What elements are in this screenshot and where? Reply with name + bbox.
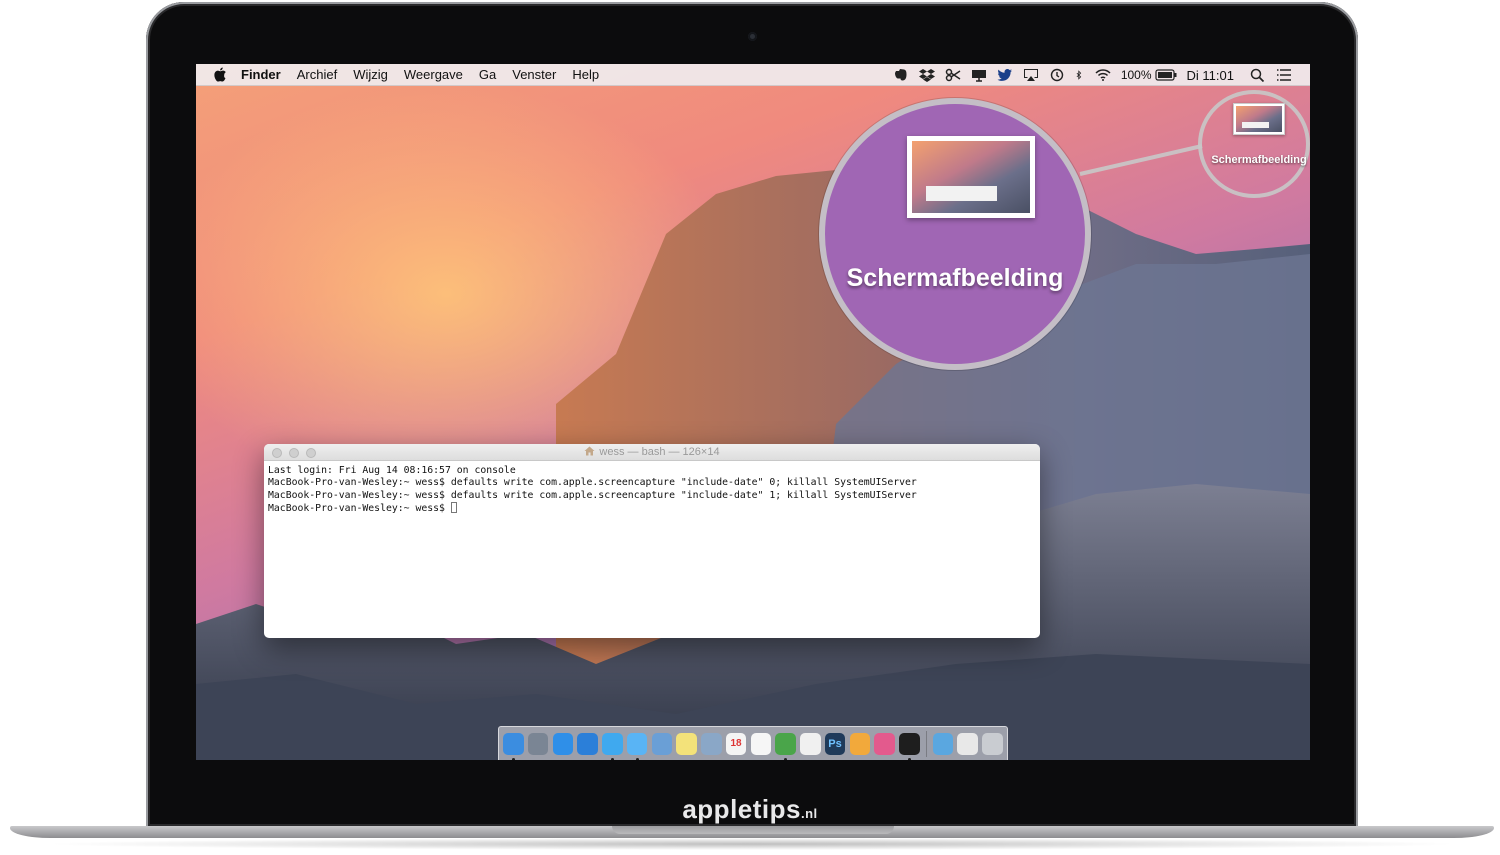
menu-archief[interactable]: Archief: [297, 67, 337, 82]
brand-tld: .nl: [800, 806, 818, 821]
status-area: 100% Di 11:01: [893, 64, 1310, 86]
terminal-title: wess — bash — 126×14: [264, 446, 1040, 458]
messages-icon[interactable]: [626, 732, 648, 760]
terminal-line: Last login: Fri Aug 14 08:16:57 on conso…: [268, 465, 516, 476]
desktop-file-thumbnail[interactable]: [1233, 103, 1285, 135]
camera: [748, 32, 757, 41]
clock[interactable]: Di 11:01: [1187, 68, 1234, 83]
itunes-icon[interactable]: [874, 732, 895, 755]
evernote-icon[interactable]: [775, 732, 796, 760]
twitter-icon[interactable]: [602, 732, 623, 760]
terminal-cursor: [450, 502, 457, 514]
menu-weergave[interactable]: Weergave: [404, 67, 463, 82]
spotlight-icon[interactable]: [1250, 68, 1266, 82]
bluetooth-icon[interactable]: [1075, 68, 1085, 82]
battery-icon[interactable]: [1154, 68, 1177, 82]
safari-icon[interactable]: [577, 732, 598, 755]
photos-icon[interactable]: [800, 732, 821, 755]
terminal-prompt-line: MacBook-Pro-van-Wesley:~ wess$: [268, 502, 1036, 515]
menu-wijzig[interactable]: Wijzig: [353, 67, 388, 82]
airplay-icon[interactable]: [1023, 68, 1039, 82]
trash-icon[interactable]: [982, 732, 1003, 755]
home-icon: [584, 446, 595, 456]
mail-icon[interactable]: [651, 732, 673, 755]
running-indicator: [784, 757, 788, 760]
menu-ga[interactable]: Ga: [479, 67, 496, 82]
magnifier-circle: Schermafbeelding: [819, 98, 1091, 370]
app-store-icon[interactable]: [552, 732, 574, 755]
folder-icon[interactable]: [932, 732, 954, 755]
notes-icon[interactable]: [676, 732, 697, 755]
downloads-icon[interactable]: [957, 732, 978, 755]
screen-icon[interactable]: [971, 68, 987, 82]
dock: 18 Ps: [498, 726, 1008, 760]
terminal-line: MacBook-Pro-van-Wesley:~ wess$ defaults …: [268, 489, 917, 501]
zoom-connector-line: [1079, 144, 1203, 176]
laptop-notch: [612, 826, 894, 834]
notification-center-icon[interactable]: [1276, 68, 1292, 82]
terminal-output[interactable]: Last login: Fri Aug 14 08:16:57 on conso…: [264, 461, 1040, 520]
pages-icon[interactable]: [849, 732, 871, 755]
laptop-shadow: [40, 838, 1464, 850]
menu-app-name[interactable]: Finder: [241, 67, 281, 82]
twitter-icon[interactable]: [997, 68, 1013, 82]
running-indicator: [512, 757, 515, 760]
desktop-screen: Finder Archief Wijzig Weergave Ga Venste…: [196, 64, 1310, 760]
menu-venster[interactable]: Venster: [512, 67, 556, 82]
terminal-titlebar[interactable]: wess — bash — 126×14: [264, 444, 1040, 461]
running-indicator: [611, 757, 614, 760]
menu-bar: Finder Archief Wijzig Weergave Ga Venste…: [196, 64, 1310, 86]
battery-percent[interactable]: 100%: [1121, 68, 1152, 82]
calendar-icon[interactable]: 18: [725, 732, 747, 755]
dock-separator: [925, 730, 927, 757]
desktop-file-label[interactable]: Schermafbeelding: [1204, 153, 1310, 167]
apple-menu-icon[interactable]: [213, 67, 227, 82]
wifi-icon[interactable]: [1095, 68, 1111, 82]
menu-help[interactable]: Help: [572, 67, 599, 82]
reminders-icon[interactable]: [750, 732, 772, 755]
thumbnail-image: [1236, 106, 1282, 132]
magnified-thumbnail: [907, 136, 1035, 218]
running-indicator: [635, 757, 639, 760]
magnified-thumbnail-image: [912, 141, 1030, 213]
dropbox-icon[interactable]: [918, 68, 935, 82]
preview-icon[interactable]: [701, 732, 722, 755]
magnified-file-label: Schermafbeelding: [846, 264, 1064, 292]
terminal-prompt: MacBook-Pro-van-Wesley:~ wess$: [268, 503, 451, 515]
launchpad-icon[interactable]: [527, 732, 549, 755]
terminal-title-text: wess — bash — 126×14: [599, 446, 720, 458]
brand-name: appletips: [682, 794, 801, 824]
brand-logo: appletips.nl: [560, 794, 940, 825]
thumbnail-window: [1241, 122, 1270, 128]
finder-icon[interactable]: [503, 732, 524, 760]
magnified-thumbnail-window: [926, 185, 997, 202]
running-indicator: [908, 757, 911, 760]
terminal-window[interactable]: wess — bash — 126×14 Last login: Fri Aug…: [264, 444, 1040, 638]
time-machine-icon[interactable]: [1049, 68, 1065, 82]
scissors-icon[interactable]: [945, 68, 961, 82]
terminal-line: MacBook-Pro-van-Wesley:~ wess$ defaults …: [268, 477, 917, 489]
evernote-icon[interactable]: [893, 68, 909, 82]
photoshop-icon[interactable]: Ps: [824, 732, 846, 755]
terminal-icon[interactable]: [899, 732, 920, 760]
